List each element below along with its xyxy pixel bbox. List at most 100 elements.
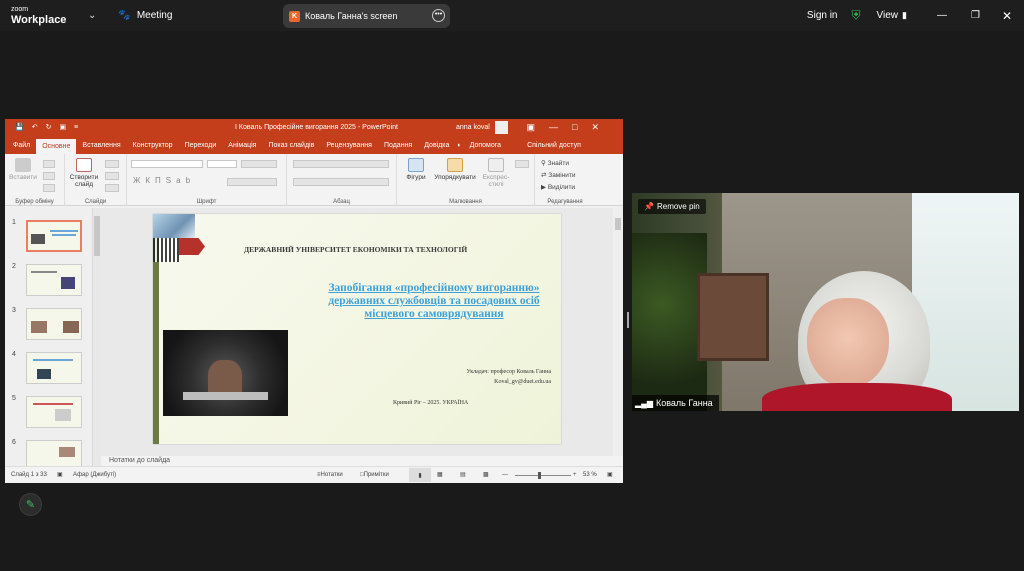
- remove-pin-button[interactable]: 📌 Remove pin: [638, 199, 706, 214]
- ppt-window-controls[interactable]: ▣—□✕: [527, 122, 613, 133]
- participant-name-tag: ▂▄▆ Коваль Ганна: [632, 395, 719, 411]
- tab-assist[interactable]: Допомога: [464, 137, 507, 154]
- current-slide[interactable]: ДЕРЖАВНИЙ УНІВЕРСИТЕТ ЕКОНОМІКИ ТА ТЕХНО…: [153, 214, 561, 444]
- more-options-icon[interactable]: •••: [432, 9, 445, 22]
- section-icon[interactable]: [105, 184, 119, 192]
- view-button[interactable]: View: [877, 10, 899, 21]
- slide-author: Укладач: професор Коваль Ганна Koval_gv@…: [466, 369, 552, 385]
- slide-counter: Слайд 1 з 33: [11, 472, 47, 478]
- group-editing: ⚲ Знайти ⇄ Замінити ▶ Виділити Редагуван…: [541, 158, 583, 205]
- replace-button[interactable]: ⇄ Замінити: [541, 170, 576, 182]
- notes-pane[interactable]: Нотатки до слайда: [101, 456, 623, 466]
- font-style-buttons[interactable]: ЖКПSab: [133, 176, 195, 185]
- user-avatar[interactable]: [495, 121, 508, 134]
- arrange-button[interactable]: Упорядкувати: [433, 158, 477, 181]
- splitter-handle[interactable]: [627, 312, 629, 328]
- fit-slide-icon[interactable]: ▣: [607, 467, 613, 483]
- slide-city-year: Кривий Ріг – 2025. УКРАЇНА: [393, 400, 469, 406]
- slide-thumb-3[interactable]: [26, 308, 82, 340]
- clipboard-icon: [15, 158, 31, 172]
- quick-styles-icon: [488, 158, 504, 172]
- zoom-slider[interactable]: [515, 475, 571, 476]
- paw-icon: 🐾: [118, 10, 131, 21]
- tab-home[interactable]: Основне: [36, 139, 77, 154]
- paste-button[interactable]: Вставити: [9, 158, 37, 181]
- shapes-icon: [408, 158, 424, 172]
- font-size-select[interactable]: [207, 160, 237, 168]
- comments-toggle[interactable]: □ Примітки: [360, 467, 389, 483]
- font-name-select[interactable]: [131, 160, 203, 168]
- shape-fill-icon[interactable]: [515, 160, 529, 168]
- slide-thumb-4[interactable]: [26, 352, 82, 384]
- thumbnails-scrollbar[interactable]: [93, 208, 101, 466]
- quick-styles-button[interactable]: Експрес-стилі: [479, 158, 513, 188]
- meeting-menu[interactable]: 🐾 Meeting: [118, 10, 172, 21]
- group-font: ЖКПSab Шрифт: [127, 154, 287, 206]
- new-slide-icon: [76, 158, 92, 172]
- slide-scrollbar[interactable]: [613, 208, 623, 456]
- university-name: ДЕРЖАВНИЙ УНІВЕРСИТЕТ ЕКОНОМІКИ ТА ТЕХНО…: [244, 245, 468, 254]
- sharer-avatar: K: [289, 10, 300, 22]
- chevron-down-icon[interactable]: ⌄: [88, 10, 96, 21]
- shield-check-icon[interactable]: ⛨: [852, 8, 861, 23]
- shapes-button[interactable]: Фігури: [401, 158, 431, 181]
- tab-review[interactable]: Рецензування: [320, 137, 378, 154]
- normal-view-icon[interactable]: ▮: [409, 468, 431, 482]
- sign-in-button[interactable]: Sign in: [807, 10, 838, 21]
- zoom-level[interactable]: 53 %: [583, 467, 597, 483]
- restore-icon[interactable]: ❐: [971, 10, 980, 21]
- slide-thumb-2[interactable]: [26, 264, 82, 296]
- copy-icon[interactable]: [43, 172, 55, 180]
- scroll-thumb[interactable]: [94, 216, 100, 256]
- powerpoint-window: 💾↶↻▣≡ I Коваль Професійне вигорання 2025…: [5, 119, 623, 483]
- tab-animation[interactable]: Анімація: [222, 137, 262, 154]
- view-layout-icon[interactable]: ▮: [902, 10, 907, 21]
- group-slides: Створити слайд Слайди: [65, 154, 127, 206]
- slide-thumb-5[interactable]: [26, 396, 82, 428]
- format-painter-icon[interactable]: [43, 184, 55, 192]
- cut-icon[interactable]: [43, 160, 55, 168]
- share-screen-pill[interactable]: K Коваль Ганна's screen •••: [283, 4, 450, 28]
- accessibility-icon[interactable]: ▣: [57, 467, 63, 483]
- tab-view[interactable]: Подання: [378, 137, 418, 154]
- slide-thumb-1[interactable]: [26, 220, 82, 252]
- font-grow-shrink[interactable]: [241, 160, 277, 168]
- tab-file[interactable]: Файл: [5, 137, 36, 154]
- notes-toggle[interactable]: ≡ Нотатки: [317, 467, 343, 483]
- tab-slideshow[interactable]: Показ слайдів: [262, 137, 320, 154]
- tab-insert[interactable]: Вставлення: [76, 137, 126, 154]
- group-paragraph: Абзац: [287, 154, 397, 206]
- zoom-slider-thumb[interactable]: [538, 472, 541, 479]
- tab-help[interactable]: Довідка: [418, 137, 455, 154]
- stressed-person-image: [163, 330, 288, 416]
- slide-title: Запобігання «професійному вигоранню» дер…: [328, 282, 540, 320]
- quick-access-icons[interactable]: 💾↶↻▣≡: [15, 123, 86, 131]
- zoom-logo: zoom Workplace: [11, 6, 67, 26]
- align-buttons[interactable]: [293, 178, 389, 186]
- reading-view-icon[interactable]: ▤: [460, 467, 466, 483]
- ppt-title: I Коваль Професійне вигорання 2025 - Pow…: [235, 124, 398, 131]
- share-button[interactable]: Спільний доступ: [521, 137, 587, 154]
- font-color-buttons[interactable]: [227, 178, 277, 186]
- group-drawing: Фігури Упорядкувати Експрес-стилі Малюва…: [397, 154, 535, 206]
- slide-canvas: ДЕРЖАВНИЙ УНІВЕРСИТЕТ ЕКОНОМІКИ ТА ТЕХНО…: [101, 208, 613, 456]
- signal-bars-icon: ▂▄▆: [635, 398, 653, 408]
- slide-sorter-icon[interactable]: ▦: [437, 467, 443, 483]
- tab-design[interactable]: Конструктор: [127, 137, 179, 154]
- participant-video[interactable]: 📌 Remove pin ▂▄▆ Коваль Ганна: [632, 193, 1019, 411]
- group-clipboard: Вставити Буфер обміну: [5, 154, 65, 206]
- select-button[interactable]: ▶ Виділити: [541, 182, 576, 194]
- reset-icon[interactable]: [105, 172, 119, 180]
- annotate-button[interactable]: ✎: [19, 493, 42, 516]
- find-button[interactable]: ⚲ Знайти: [541, 158, 576, 170]
- slideshow-icon[interactable]: ▩: [483, 467, 489, 483]
- close-icon[interactable]: ✕: [1002, 9, 1012, 23]
- list-buttons[interactable]: [293, 160, 389, 168]
- new-slide-button[interactable]: Створити слайд: [69, 158, 99, 188]
- zoom-in-icon[interactable]: +: [573, 467, 577, 483]
- layout-icon[interactable]: [105, 160, 119, 168]
- tab-transitions[interactable]: Переходи: [179, 137, 223, 154]
- zoom-out-icon[interactable]: —: [502, 467, 508, 483]
- minimize-icon[interactable]: —: [937, 10, 947, 21]
- language-status[interactable]: Афар (Джибуті): [73, 467, 116, 483]
